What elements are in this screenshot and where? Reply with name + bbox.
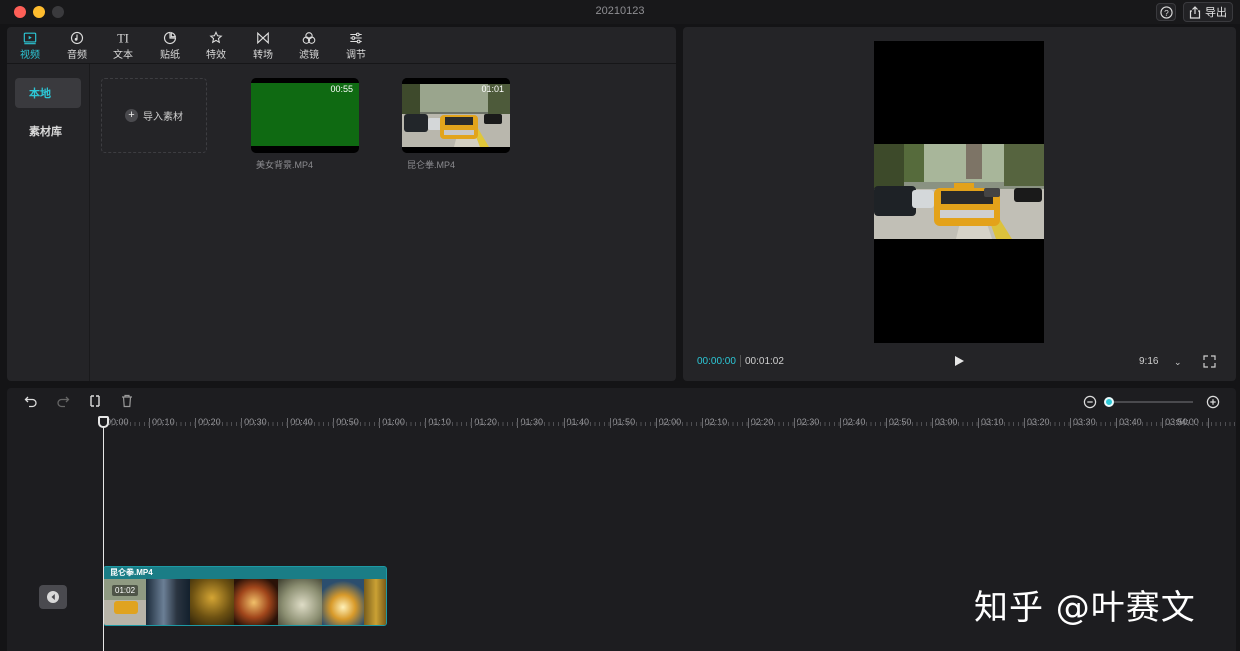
chevron-down-icon[interactable]: ⌄ xyxy=(1174,357,1182,368)
preview-frame xyxy=(874,144,1044,239)
export-button[interactable]: 导出 xyxy=(1183,2,1233,22)
help-button[interactable]: ? xyxy=(1156,3,1176,21)
media-item-duration: 01:01 xyxy=(481,84,504,94)
ruler-minor-ticks xyxy=(107,422,1236,426)
effects-icon xyxy=(209,31,223,44)
tab-audio-label: 音频 xyxy=(67,50,87,61)
text-icon: TI xyxy=(117,31,129,45)
delete-icon[interactable] xyxy=(120,394,134,408)
help-icon: ? xyxy=(1159,5,1173,19)
tab-transition-label: 转场 xyxy=(253,50,273,61)
play-icon[interactable] xyxy=(953,355,965,367)
media-item-name: 美女背景.MP4 xyxy=(256,160,314,170)
media-sidebar: 本地 素材库 xyxy=(7,64,90,381)
fullscreen-icon[interactable] xyxy=(1203,355,1216,368)
clip-frame xyxy=(278,579,322,625)
tab-video-label: 视频 xyxy=(20,50,40,61)
tab-sticker-label: 贴纸 xyxy=(160,50,180,61)
clip-title: 昆仑拳.MP4 xyxy=(104,567,386,579)
video-icon xyxy=(23,32,37,45)
current-time: 00:00:00 xyxy=(697,356,736,367)
tab-filter-label: 滤镜 xyxy=(299,50,319,61)
total-time: 00:01:02 xyxy=(745,356,784,367)
import-media-label: 导入素材 xyxy=(143,112,183,123)
sticker-icon xyxy=(163,31,177,45)
track-header-column xyxy=(7,431,98,651)
media-item-duration: 00:55 xyxy=(330,84,353,94)
tab-text-label: 文本 xyxy=(113,50,133,61)
timeline-toolbar xyxy=(7,388,1236,415)
window-title: 20210123 xyxy=(595,5,645,17)
plus-icon: + xyxy=(125,109,138,122)
media-panel: 视频 音频 TI 文本 贴纸 特效 转场 滤镜 调节 本地 素材库 + 导入素材… xyxy=(7,27,676,381)
clip-frame xyxy=(364,579,386,625)
tab-transition[interactable]: 转场 xyxy=(243,31,283,61)
zoom-in-icon[interactable] xyxy=(1206,395,1220,409)
svg-text:TI: TI xyxy=(117,31,129,45)
zoom-out-icon[interactable] xyxy=(1083,395,1097,409)
media-item-name: 昆仑拳.MP4 xyxy=(407,160,456,170)
tab-adjust-label: 调节 xyxy=(346,50,366,61)
media-item-kunlun[interactable]: 01:01 xyxy=(402,78,510,153)
street-taxi-frame xyxy=(874,144,1044,239)
sidebar-item-library-label: 素材库 xyxy=(29,126,62,138)
title-bar: 20210123 ? 导出 xyxy=(0,0,1240,24)
speaker-icon xyxy=(47,591,59,603)
zoom-slider[interactable] xyxy=(1109,401,1193,403)
aspect-ratio-select[interactable]: 9:16 xyxy=(1139,356,1158,367)
undo-icon[interactable] xyxy=(24,394,38,408)
adjust-icon xyxy=(350,32,362,44)
sidebar-item-library[interactable]: 素材库 xyxy=(15,116,81,146)
clip-frame xyxy=(146,579,190,625)
filter-icon xyxy=(302,32,316,44)
tab-sticker[interactable]: 贴纸 xyxy=(150,31,190,61)
clip-frame xyxy=(190,579,234,625)
clip-duration: 01:02 xyxy=(112,585,139,596)
time-separator xyxy=(740,355,741,367)
transition-icon xyxy=(257,31,269,45)
audio-icon xyxy=(70,31,84,45)
preview-canvas xyxy=(874,41,1044,343)
split-icon[interactable] xyxy=(88,394,102,408)
clip-frame xyxy=(322,579,364,625)
tab-audio[interactable]: 音频 xyxy=(57,31,97,61)
track-audio-toggle[interactable] xyxy=(39,585,67,609)
media-item-green-bg[interactable]: 00:55 xyxy=(251,78,359,153)
tab-effects[interactable]: 特效 xyxy=(196,31,236,61)
tab-video[interactable]: 视频 xyxy=(10,31,50,61)
svg-text:?: ? xyxy=(1164,7,1169,17)
media-toolbar: 视频 音频 TI 文本 贴纸 特效 转场 滤镜 调节 xyxy=(7,27,676,64)
tab-effects-label: 特效 xyxy=(206,50,226,61)
tab-filter[interactable]: 滤镜 xyxy=(289,31,329,61)
share-icon xyxy=(1189,5,1201,19)
video-clip[interactable]: 昆仑拳.MP4 01:02 xyxy=(103,566,387,626)
watermark: 知乎 @叶赛文 xyxy=(974,588,1196,628)
sidebar-item-local[interactable]: 本地 xyxy=(15,78,81,108)
tab-adjust[interactable]: 调节 xyxy=(336,31,376,61)
zoom-slider-handle[interactable] xyxy=(1104,397,1114,407)
tab-text[interactable]: TI 文本 xyxy=(103,31,143,61)
clip-frame xyxy=(234,579,278,625)
redo-icon[interactable] xyxy=(56,394,70,408)
preview-panel: 00:00:00 00:01:02 9:16 ⌄ xyxy=(683,27,1236,381)
playhead-handle[interactable] xyxy=(98,416,109,428)
clip-frames xyxy=(104,579,386,625)
sidebar-item-local-label: 本地 xyxy=(29,88,51,100)
export-label: 导出 xyxy=(1205,7,1227,19)
playhead[interactable] xyxy=(103,426,104,651)
import-media-button[interactable]: + 导入素材 xyxy=(101,78,207,153)
